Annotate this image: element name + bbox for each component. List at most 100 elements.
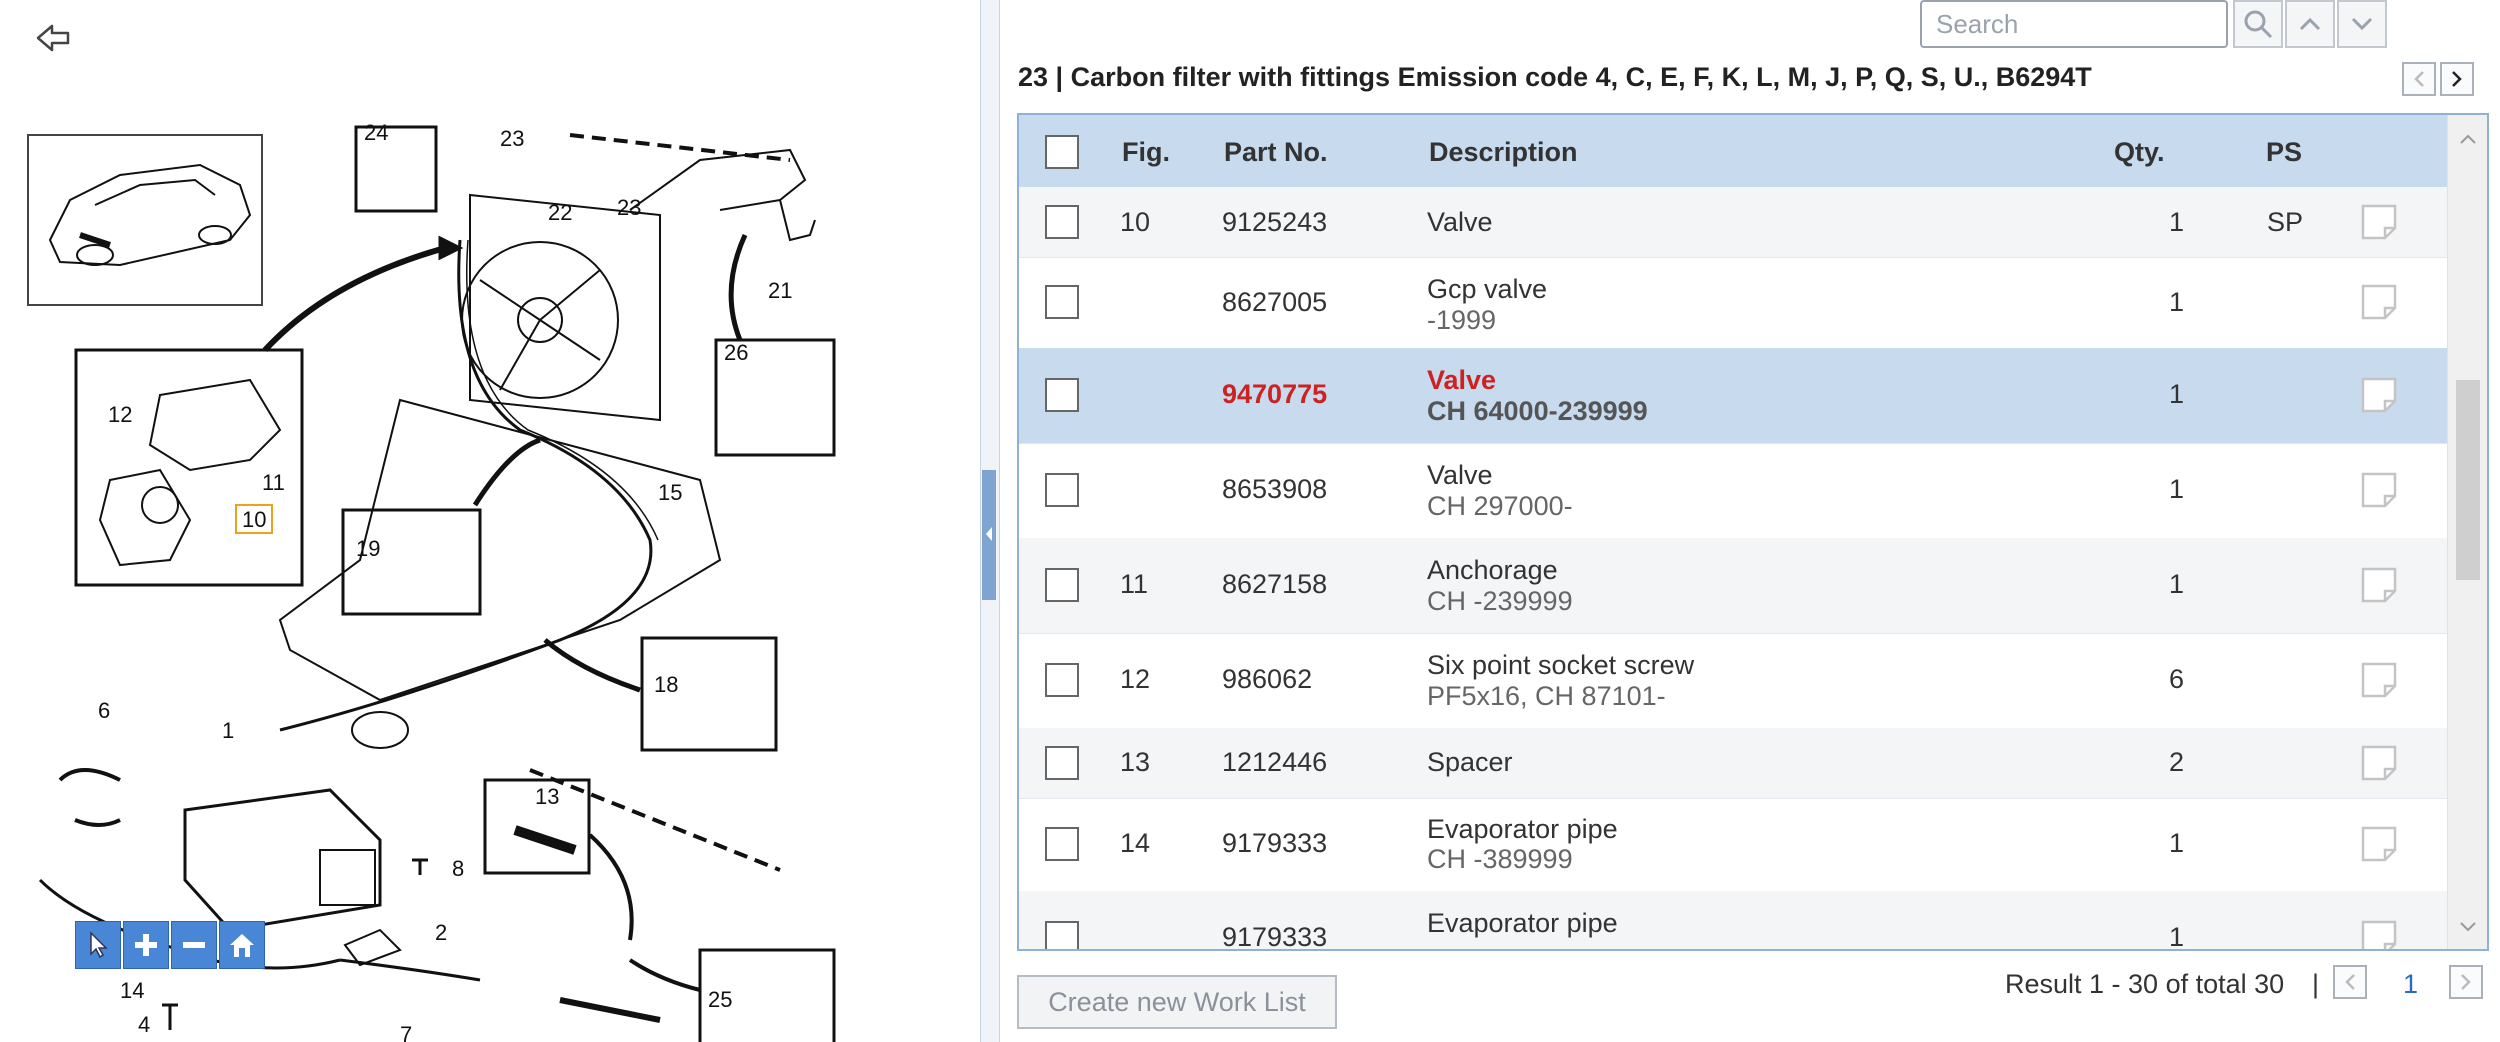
note-icon[interactable] — [2359, 660, 2399, 700]
qty-cell: 1 — [2169, 569, 2185, 599]
note-icon[interactable] — [2359, 375, 2399, 415]
chevron-right-icon — [2461, 974, 2471, 990]
svg-text:24: 24 — [364, 120, 388, 145]
svg-text:2: 2 — [435, 920, 447, 945]
note-icon[interactable] — [2359, 565, 2399, 605]
description-cell: Spacer — [1427, 747, 1513, 777]
fig-cell: 10 — [1120, 207, 1151, 237]
row-checkbox[interactable] — [1045, 473, 1079, 507]
ps-cell: SP — [2267, 207, 2304, 237]
part-no-cell: 8627158 — [1222, 569, 1328, 599]
home-icon — [230, 934, 254, 957]
scroll-up-arrow-icon[interactable] — [2459, 133, 2477, 145]
col-ps[interactable]: PS — [2266, 137, 2302, 168]
page-title: 23 | Carbon filter with fittings Emissio… — [1018, 62, 2092, 92]
home-button[interactable] — [219, 921, 265, 969]
description-sub: CH 297000- — [1427, 491, 1573, 521]
svg-text:25: 25 — [708, 987, 732, 1012]
chevron-up-icon — [2299, 17, 2321, 31]
note-icon[interactable] — [2359, 470, 2399, 510]
row-checkbox[interactable] — [1045, 568, 1079, 602]
row-checkbox[interactable] — [1045, 378, 1079, 412]
table-row-selected[interactable]: 9470775 Valve CH 64000-239999 1 — [1019, 348, 2447, 444]
parts-diagram[interactable]: 24 23 22 23 21 26 12 11 10 19 15 18 6 1 … — [0, 0, 980, 1042]
svg-text:21: 21 — [768, 278, 792, 303]
description-cell: Valve — [1427, 460, 1493, 490]
collapse-handle[interactable] — [982, 470, 996, 600]
pointer-button[interactable] — [75, 921, 121, 969]
svg-text:11: 11 — [262, 470, 285, 495]
qty-cell: 1 — [2169, 207, 2185, 237]
svg-text:23: 23 — [500, 126, 524, 151]
note-icon[interactable] — [2359, 743, 2399, 783]
qty-cell: 2 — [2169, 747, 2185, 777]
qty-cell: 1 — [2169, 474, 2185, 504]
col-part-no[interactable]: Part No. — [1224, 137, 1328, 168]
chevron-down-icon — [2351, 17, 2373, 31]
description-cell: Six point socket screw — [1427, 650, 1695, 680]
svg-text:10: 10 — [242, 507, 266, 532]
pointer-icon — [90, 931, 108, 959]
col-qty[interactable]: Qty. — [2114, 137, 2165, 168]
description-cell: Valve — [1427, 365, 1497, 395]
scrollbar-thumb[interactable] — [2456, 380, 2480, 580]
svg-text:14: 14 — [120, 978, 144, 1003]
search-input[interactable] — [1920, 0, 2228, 48]
prev-section-button[interactable] — [2402, 62, 2436, 96]
note-icon[interactable] — [2359, 282, 2399, 322]
description-sub: PF5x16, CH 87101- — [1427, 681, 1666, 711]
chevron-left-icon — [2414, 71, 2424, 87]
scroll-up-button[interactable] — [2285, 0, 2335, 48]
description-sub: CH -389999 — [1427, 844, 1573, 874]
table-scrollbar[interactable] — [2447, 115, 2487, 949]
row-checkbox[interactable] — [1045, 285, 1079, 319]
row-checkbox[interactable] — [1045, 921, 1079, 949]
result-count: Result 1 - 30 of total 30 — [2005, 969, 2285, 999]
row-checkbox[interactable] — [1045, 663, 1079, 697]
col-description[interactable]: Description — [1429, 137, 1578, 168]
parts-table: Fig. Part No. Description Qty. PS 10 912… — [1017, 113, 2489, 951]
table-row[interactable]: 14 9179333 Evaporator pipe CH -389999 1 — [1019, 798, 2447, 892]
chevron-right-icon — [2452, 71, 2462, 87]
scroll-down-button[interactable] — [2337, 0, 2387, 48]
current-page[interactable]: 1 — [2403, 969, 2418, 1000]
table-row[interactable]: 8653908 Valve CH 297000- 1 — [1019, 443, 2447, 539]
select-all-checkbox[interactable] — [1045, 135, 1079, 169]
fig-cell: 14 — [1120, 828, 1151, 858]
part-no-cell: 9125243 — [1222, 207, 1328, 237]
row-checkbox[interactable] — [1045, 827, 1079, 861]
search-icon — [2244, 10, 2273, 39]
row-checkbox[interactable] — [1045, 746, 1079, 780]
table-row[interactable]: 9179333 Evaporator pipe 1 — [1019, 891, 2447, 951]
create-work-list-button[interactable]: Create new Work List — [1017, 975, 1337, 1029]
table-row[interactable]: 12 986062 Six point socket screw PF5x16,… — [1019, 633, 2447, 729]
table-row[interactable]: 11 8627158 Anchorage CH -239999 1 — [1019, 538, 2447, 634]
scroll-down-arrow-icon[interactable] — [2459, 921, 2477, 933]
svg-text:6: 6 — [98, 698, 110, 723]
table-row[interactable]: 13 1212446 Spacer 2 — [1019, 728, 2447, 799]
zoom-out-button[interactable] — [171, 921, 217, 969]
description-cell: Evaporator pipe — [1427, 908, 1618, 938]
prev-page-button[interactable] — [2333, 965, 2367, 999]
qty-cell: 6 — [2169, 664, 2185, 694]
row-checkbox[interactable] — [1045, 205, 1079, 239]
next-section-button[interactable] — [2440, 62, 2474, 96]
search-button[interactable] — [2233, 0, 2283, 48]
table-row[interactable]: 10 9125243 Valve 1 SP — [1019, 187, 2447, 258]
fig-cell: 12 — [1120, 664, 1151, 694]
part-no-cell: 9470775 — [1222, 379, 1328, 409]
table-row[interactable]: 8627005 Gcp valve -1999 1 — [1019, 257, 2447, 349]
col-fig[interactable]: Fig. — [1122, 137, 1170, 168]
parts-list-pane: 23 | Carbon filter with fittings Emissio… — [1000, 0, 2500, 1042]
next-page-button[interactable] — [2449, 965, 2483, 999]
svg-text:22: 22 — [548, 200, 572, 225]
diagram-pane[interactable]: 24 23 22 23 21 26 12 11 10 19 15 18 6 1 … — [0, 0, 980, 1042]
note-icon[interactable] — [2359, 918, 2399, 951]
qty-cell: 1 — [2169, 922, 2185, 951]
zoom-in-button[interactable] — [123, 921, 169, 969]
svg-text:15: 15 — [658, 480, 682, 505]
note-icon[interactable] — [2359, 202, 2399, 242]
zoom-in-icon — [135, 934, 157, 956]
fig-cell: 11 — [1120, 569, 1149, 599]
note-icon[interactable] — [2359, 824, 2399, 864]
